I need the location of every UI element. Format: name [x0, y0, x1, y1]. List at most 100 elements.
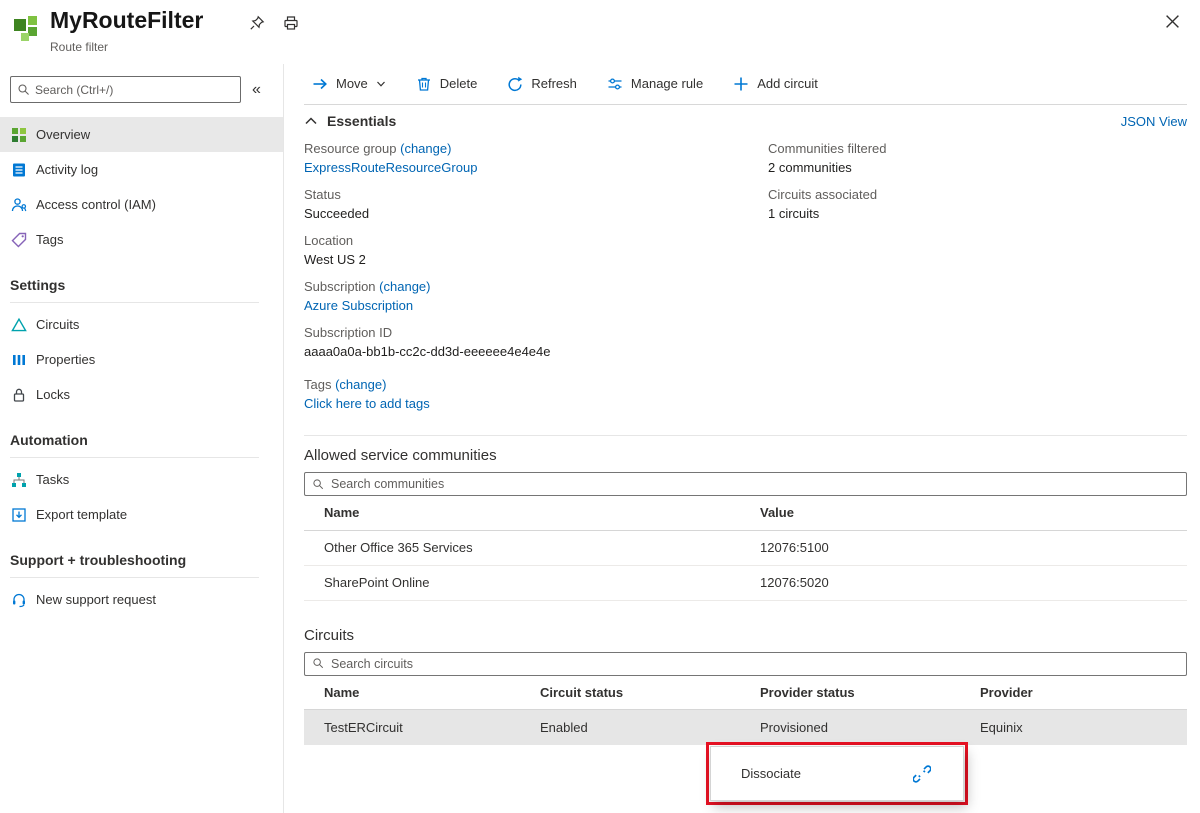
dissociate-icon — [913, 765, 931, 783]
access-control-icon — [11, 197, 27, 213]
sidebar-section-support: Support + troubleshooting — [10, 544, 259, 578]
sidebar-item-locks[interactable]: Locks — [0, 377, 283, 412]
communities-section-title: Allowed service communities — [304, 445, 1187, 467]
provider-status: Provisioned — [740, 710, 960, 745]
field-resource-group: Resource group (change) ExpressRouteReso… — [304, 139, 768, 177]
column-header-value: Value — [740, 496, 1187, 530]
overview-icon — [11, 127, 27, 143]
circuits-search-input[interactable] — [325, 657, 1186, 671]
route-filter-icon — [12, 13, 42, 43]
add-circuit-button[interactable]: Add circuit — [733, 76, 818, 92]
community-value: 12076:5020 — [740, 565, 1187, 600]
sidebar-item-overview[interactable]: Overview — [0, 117, 283, 152]
sidebar-section-automation: Automation — [10, 424, 259, 458]
page-title: MyRouteFilter — [50, 7, 203, 34]
column-header-name: Name — [304, 676, 520, 710]
annotation-highlight: Dissociate — [706, 742, 968, 805]
sidebar-item-properties[interactable]: Properties — [0, 342, 283, 377]
blade-header: MyRouteFilter Route filter — [0, 0, 1200, 64]
community-value: 12076:5100 — [740, 530, 1187, 565]
support-request-icon — [11, 592, 27, 608]
refresh-icon — [507, 76, 523, 92]
location-value: West US 2 — [304, 250, 768, 269]
circuits-associated-value: 1 circuits — [768, 204, 1187, 223]
add-tags-link[interactable]: Click here to add tags — [304, 394, 768, 413]
move-button[interactable]: Move — [312, 76, 386, 92]
communities-table: Name Value Other Office 365 Services 120… — [304, 496, 1187, 601]
circuits-section-title: Circuits — [304, 625, 1187, 647]
sidebar-section-settings: Settings — [10, 269, 259, 303]
communities-search-input[interactable] — [325, 477, 1186, 491]
field-tags: Tags (change) Click here to add tags — [304, 375, 768, 413]
search-icon — [312, 657, 325, 670]
sidebar-search-input[interactable] — [31, 83, 240, 97]
tasks-icon — [11, 472, 27, 488]
tags-change-link[interactable]: (change) — [335, 377, 386, 392]
blade-content: Move Delete Refresh — [284, 64, 1200, 813]
context-menu: Dissociate — [710, 746, 964, 801]
subscription-change-link[interactable]: (change) — [379, 279, 430, 294]
circuits-section: Circuits Name Circuit status Provider st… — [304, 625, 1187, 746]
sidebar-item-tasks[interactable]: Tasks — [0, 462, 283, 497]
properties-icon — [11, 352, 27, 368]
circuits-searchbox — [304, 652, 1187, 676]
essentials-grid: Resource group (change) ExpressRouteReso… — [304, 139, 1187, 421]
column-header-circuit-status: Circuit status — [520, 676, 740, 710]
sidebar-searchbox — [10, 76, 241, 103]
chevron-up-icon — [304, 115, 318, 127]
essentials-toggle[interactable]: Essentials — [304, 113, 396, 129]
communities-header-row: Name Value — [304, 496, 1187, 530]
sidebar-item-access-control[interactable]: Access control (IAM) — [0, 187, 283, 222]
column-header-name: Name — [304, 496, 740, 530]
resource-menu: « Overview Activity l — [0, 64, 284, 813]
circuit-name: TestERCircuit — [304, 710, 520, 745]
sidebar-item-activity-log[interactable]: Activity log — [0, 152, 283, 187]
print-icon[interactable] — [281, 13, 301, 33]
sidebar-item-new-support-request[interactable]: New support request — [0, 582, 283, 617]
resource-group-change-link[interactable]: (change) — [400, 141, 451, 156]
export-template-icon — [11, 507, 27, 523]
essentials-header: Essentials JSON View — [304, 105, 1187, 131]
search-icon — [312, 478, 325, 491]
chevron-down-icon — [376, 79, 386, 89]
field-communities-filtered: Communities filtered 2 communities — [768, 139, 1187, 177]
manage-rule-button[interactable]: Manage rule — [607, 76, 703, 92]
move-icon — [312, 76, 328, 92]
close-icon[interactable] — [1163, 12, 1182, 31]
sidebar-search-row: « — [0, 64, 283, 109]
resource-menu-items: Overview Activity log — [0, 117, 283, 617]
plus-icon — [733, 76, 749, 92]
pin-icon[interactable] — [247, 13, 267, 33]
table-row: SharePoint Online 12076:5020 — [304, 565, 1187, 600]
activity-log-icon — [11, 162, 27, 178]
manage-rule-icon — [607, 76, 623, 92]
resource-group-link[interactable]: ExpressRouteResourceGroup — [304, 158, 768, 177]
provider: Equinix — [960, 710, 1187, 745]
collapse-menu-button[interactable]: « — [246, 81, 267, 99]
status-value: Succeeded — [304, 204, 768, 223]
circuit-row-selected[interactable]: TestERCircuit Enabled Provisioned Equini… — [304, 710, 1187, 745]
communities-searchbox — [304, 472, 1187, 496]
field-status: Status Succeeded — [304, 185, 768, 223]
community-name: Other Office 365 Services — [304, 530, 740, 565]
search-icon — [17, 83, 31, 97]
sidebar-item-export-template[interactable]: Export template — [0, 497, 283, 532]
circuits-table: Name Circuit status Provider status Prov… — [304, 676, 1187, 746]
circuits-header-row: Name Circuit status Provider status Prov… — [304, 676, 1187, 710]
essentials-right-column: Communities filtered 2 communities Circu… — [768, 139, 1187, 421]
delete-button[interactable]: Delete — [416, 76, 478, 92]
locks-icon — [11, 387, 27, 403]
field-subscription-id: Subscription ID aaaa0a0a-bb1b-cc2c-dd3d-… — [304, 323, 768, 361]
json-view-link[interactable]: JSON View — [1121, 114, 1187, 129]
column-header-provider-status: Provider status — [740, 676, 960, 710]
communities-filtered-value: 2 communities — [768, 158, 1187, 177]
community-name: SharePoint Online — [304, 565, 740, 600]
subscription-link[interactable]: Azure Subscription — [304, 296, 768, 315]
command-bar: Move Delete Refresh — [304, 64, 1187, 105]
sidebar-item-tags[interactable]: Tags — [0, 222, 283, 257]
refresh-button[interactable]: Refresh — [507, 76, 577, 92]
menu-item-dissociate[interactable]: Dissociate — [711, 747, 963, 800]
communities-section: Allowed service communities Name Value — [304, 445, 1187, 601]
circuit-status: Enabled — [520, 710, 740, 745]
sidebar-item-circuits[interactable]: Circuits — [0, 307, 283, 342]
